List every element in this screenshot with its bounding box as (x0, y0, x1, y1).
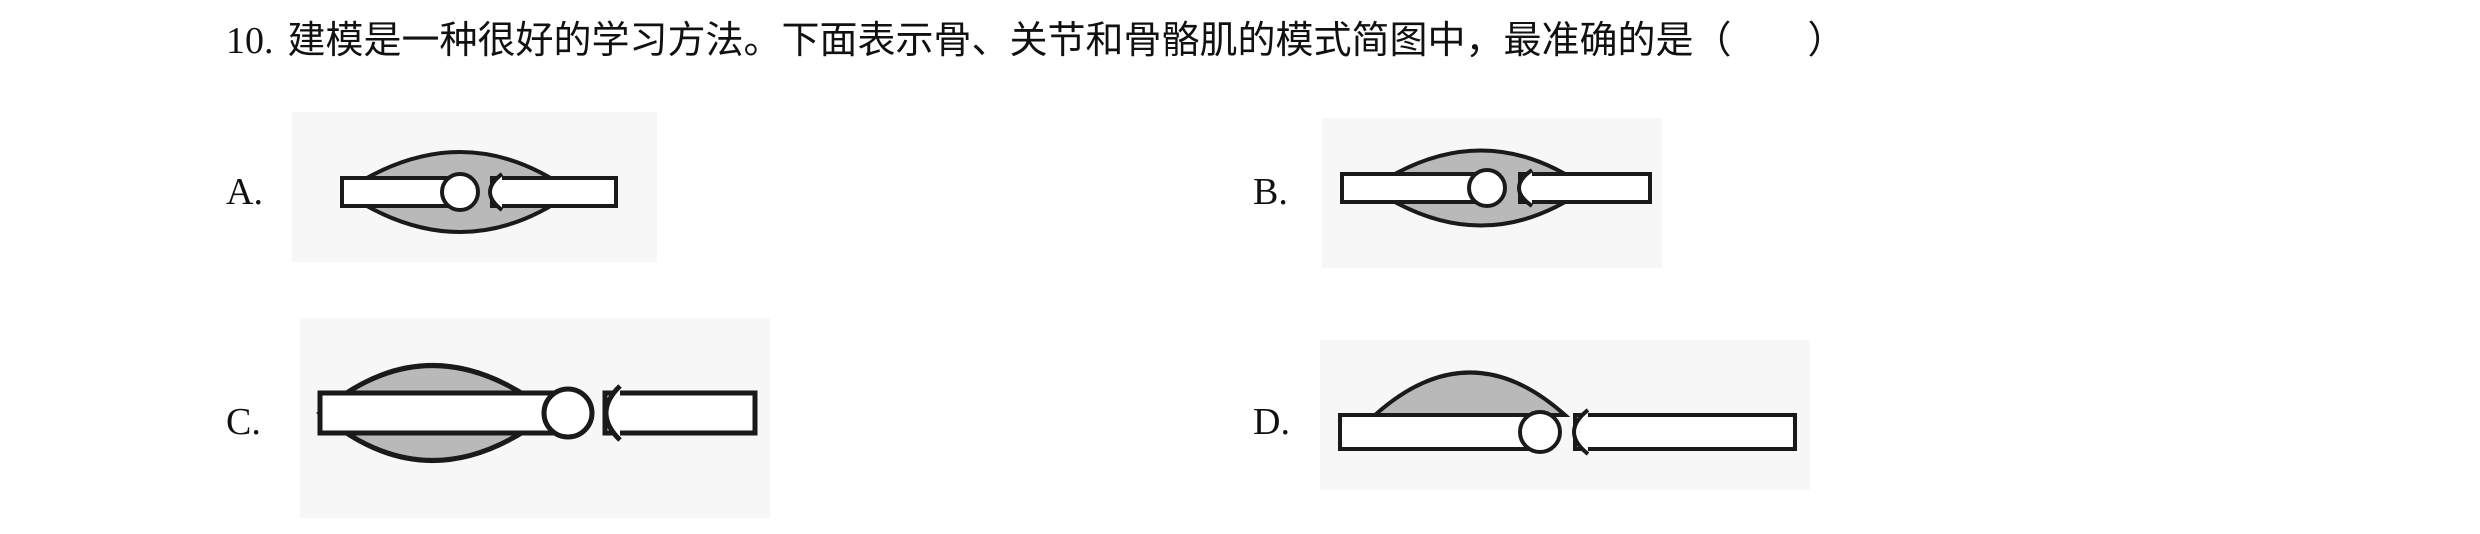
question-text: 建模是一种很好的学习方法。下面表示骨、关节和骨骼肌的模式简图中，最准确的是（ ） (287, 20, 1846, 62)
option-c-label: C. (226, 401, 261, 443)
bone-right (1518, 172, 1652, 204)
option-d-label: D. (1253, 401, 1290, 443)
bone-head (541, 386, 595, 440)
bone-head (1467, 168, 1507, 208)
question-stem: 10. 建模是一种很好的学习方法。下面表示骨、关节和骨骼肌的模式简图中，最准确的是… (226, 14, 1846, 68)
bone-right (602, 390, 758, 436)
option-a-label: A. (226, 171, 263, 213)
bone-left (317, 390, 568, 436)
bone-right (490, 176, 618, 208)
option-a-figure (292, 112, 657, 262)
bone-right (1573, 413, 1797, 451)
option-b-label: B. (1253, 171, 1288, 213)
option-b-figure (1322, 118, 1662, 268)
option-a-diagram (340, 150, 618, 234)
question-number: 10. (226, 20, 274, 62)
option-d-figure (1320, 340, 1810, 490)
bone-head (1518, 410, 1562, 454)
bone-head (440, 172, 480, 212)
bone-left (1340, 172, 1489, 204)
option-b-diagram (1340, 148, 1652, 228)
option-c-diagram (316, 363, 758, 463)
option-c-figure (300, 318, 770, 518)
bone-left (340, 176, 459, 208)
muscle-belly (1369, 370, 1571, 417)
option-d-diagram (1338, 370, 1797, 456)
bone-left (1338, 413, 1542, 451)
